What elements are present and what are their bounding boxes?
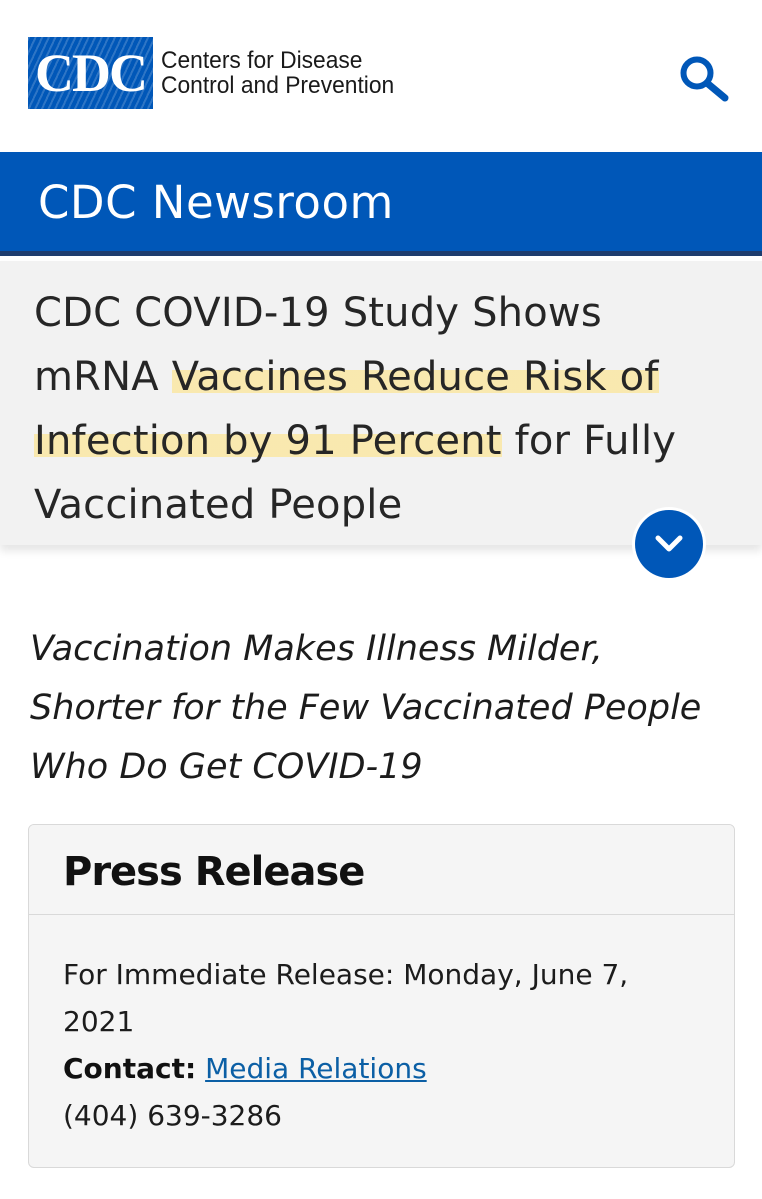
search-icon — [680, 56, 729, 102]
logo-wordmark: Centers for Disease Control and Preventi… — [161, 48, 394, 98]
headline-card: CDC COVID-19 Study Shows mRNA Vaccines R… — [0, 261, 762, 545]
logo-line-1: Centers for Disease — [161, 47, 363, 74]
logo-letters: CDC — [35, 43, 148, 103]
cdc-logo[interactable]: CDC Centers for Disease Control and Prev… — [28, 37, 406, 109]
press-release-card: Press Release For Immediate Release: Mon… — [28, 824, 735, 1168]
media-relations-link[interactable]: Media Relations — [205, 1052, 427, 1085]
press-release-title: Press Release — [63, 849, 365, 895]
contact-label: Contact: — [63, 1052, 197, 1085]
search-button[interactable] — [672, 52, 736, 104]
newsroom-bar: CDC Newsroom — [0, 152, 762, 256]
article-deck: Vaccination Makes Illness Milder, Shorte… — [30, 629, 702, 787]
chevron-down-icon — [655, 535, 683, 552]
contact-phone: (404) 639-3286 — [63, 1099, 282, 1132]
page-title: CDC COVID-19 Study Shows mRNA Vaccines R… — [34, 281, 724, 537]
contact-row: Contact: Media Relations — [63, 1045, 703, 1092]
press-release-body: For Immediate Release: Monday, June 7, 2… — [63, 951, 703, 1139]
release-date: For Immediate Release: Monday, June 7, 2… — [63, 958, 629, 1038]
press-release-header: Press Release — [29, 825, 734, 915]
cdc-logo-mark: CDC — [28, 37, 153, 109]
logo-line-2: Control and Prevention — [161, 72, 395, 99]
site-header: CDC Centers for Disease Control and Prev… — [0, 0, 762, 152]
newsroom-title[interactable]: CDC Newsroom — [38, 176, 394, 229]
expand-button[interactable] — [635, 510, 703, 578]
